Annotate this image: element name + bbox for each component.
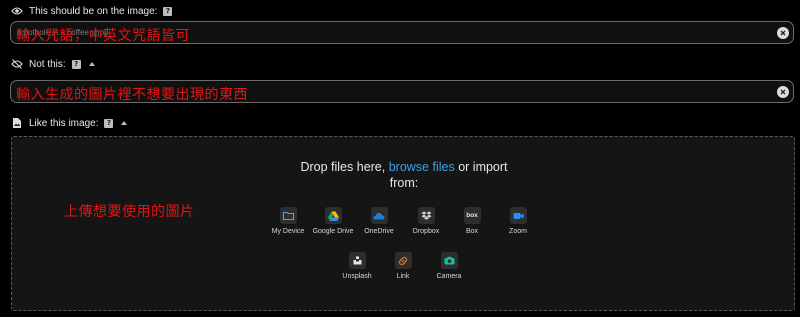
- source-label: Google Drive: [312, 228, 354, 235]
- onedrive-icon: [370, 207, 388, 224]
- clear-icon[interactable]: [777, 27, 789, 39]
- reference-image-label-row: Like this image: ?: [11, 116, 128, 130]
- positive-prompt-label: This should be on the image:: [29, 5, 158, 17]
- source-label: Link: [396, 273, 410, 280]
- source-zoom[interactable]: Zoom: [488, 207, 548, 235]
- source-label: Box: [465, 228, 479, 235]
- dropzone-annotation: 上傳想要使用的圖片: [64, 204, 195, 220]
- image-file-icon: [11, 117, 23, 129]
- source-label: Dropbox: [412, 228, 440, 235]
- help-icon[interactable]: ?: [71, 59, 81, 69]
- collapse-caret-icon[interactable]: [88, 62, 95, 66]
- dropzone-instructions-line2: from:: [389, 176, 419, 190]
- source-label: My Device: [271, 228, 305, 235]
- positive-prompt-label-row: This should be on the image: ?: [11, 4, 173, 18]
- dropbox-icon: [417, 207, 435, 224]
- positive-prompt-input[interactable]: a pothole in a coffee shop 輸入咒語，中英文咒語皆可: [10, 21, 794, 44]
- source-label: Camera: [436, 273, 462, 280]
- dropzone-suffix: or import: [458, 160, 508, 174]
- negative-prompt-input[interactable]: 輸入生成的圖片裡不想要出現的東西: [10, 80, 794, 103]
- dropzone-prefix: Drop files here,: [300, 160, 386, 174]
- source-label: OneDrive: [364, 228, 394, 235]
- dropzone-instructions: Drop files here, browse files or import: [12, 160, 796, 174]
- collapse-caret-icon[interactable]: [121, 121, 128, 125]
- eye-icon: [11, 5, 23, 17]
- source-label: Zoom: [509, 228, 527, 235]
- help-icon[interactable]: ?: [163, 6, 173, 16]
- folder-icon: [279, 207, 297, 224]
- unsplash-icon: [348, 252, 366, 269]
- file-dropzone[interactable]: Drop files here, browse files or import …: [11, 136, 795, 311]
- camera-icon: [440, 252, 458, 269]
- negative-prompt-label: Not this:: [29, 58, 66, 70]
- box-icon: box: [463, 207, 481, 224]
- source-label: Unsplash: [342, 273, 372, 280]
- negative-prompt-annotation: 輸入生成的圖片裡不想要出現的東西: [16, 87, 248, 103]
- eye-slash-icon: [11, 58, 23, 70]
- link-icon: [394, 252, 412, 269]
- browse-files-link[interactable]: browse files: [389, 160, 455, 174]
- zoom-icon: [509, 207, 527, 224]
- google-drive-icon: [324, 207, 342, 224]
- clear-icon[interactable]: [777, 86, 789, 98]
- reference-image-label: Like this image:: [29, 117, 99, 129]
- positive-prompt-annotation: 輸入咒語，中英文咒語皆可: [16, 28, 190, 44]
- source-camera[interactable]: Camera: [419, 252, 479, 280]
- help-icon[interactable]: ?: [104, 118, 114, 128]
- negative-prompt-label-row: Not this: ?: [11, 57, 95, 71]
